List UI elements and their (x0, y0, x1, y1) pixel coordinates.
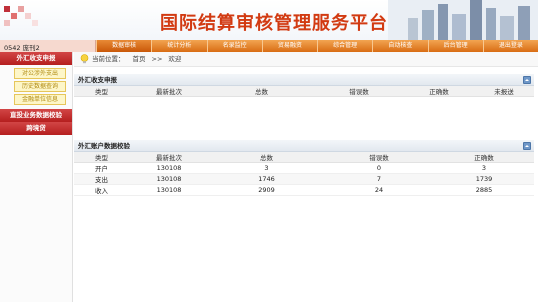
sidebar-item-history-query[interactable]: 历史数据查询 (14, 81, 66, 92)
collapse-icon[interactable] (523, 142, 531, 150)
table-cell: 24 (324, 184, 434, 196)
table-cell: 收入 (74, 184, 129, 196)
fx-account-table: 类型 最新批次 总数 错误数 正确数 开户 130108 3 0 3 支出 13… (74, 152, 534, 196)
collapse-icon[interactable] (523, 76, 531, 84)
table-cell: 7 (324, 173, 434, 185)
fx-declaration-table: 类型 最新批次 总数 错误数 正确数 未报送 (74, 86, 534, 97)
column-header: 未报送 (474, 86, 534, 97)
column-header: 最新批次 (129, 152, 209, 163)
panel-title: 外汇收支申报 (78, 76, 117, 84)
column-header: 类型 (74, 152, 129, 163)
sidebar: 外汇收支申报 对公涉外支出 历史数据查询 金融单位信息 直投业务数据校验 跨境贷 (0, 52, 73, 302)
table-cell: 130108 (129, 173, 209, 185)
breadcrumb-prefix: 当前位置： (92, 54, 125, 63)
table-cell: 3 (209, 162, 324, 174)
sidebar-item-financial-unit[interactable]: 金融单位信息 (14, 94, 66, 105)
column-header: 正确数 (434, 152, 534, 163)
table-cell: 130108 (129, 184, 209, 196)
table-cell: 0 (324, 162, 434, 174)
nav-item-logout[interactable]: 退出登录 (482, 40, 538, 52)
column-header: 类型 (74, 86, 129, 97)
table-cell: 2885 (434, 184, 534, 196)
breadcrumb-home[interactable]: 首页 (133, 52, 146, 67)
column-header: 正确数 (404, 86, 474, 97)
city-skyline-image (388, 0, 538, 40)
breadcrumb: 当前位置： 首页 >> 欢迎 (74, 52, 538, 67)
breadcrumb-current: 欢迎 (168, 54, 182, 63)
nav-item-trade-finance[interactable]: 贸易融资 (261, 40, 317, 52)
sidebar-section-direct-investment[interactable]: 直投业务数据校验 (0, 109, 72, 122)
table-cell: 开户 (74, 162, 129, 174)
logo-icon (4, 6, 48, 32)
nav-item-list-monitor[interactable]: 名录监控 (206, 40, 262, 52)
header-banner: 国际结算审核管理服务平台 (0, 0, 538, 40)
user-info: 0542 庞刊2 (0, 40, 96, 52)
table-cell: 2909 (209, 184, 324, 196)
lightbulb-icon (80, 54, 89, 64)
table-cell: 1746 (209, 173, 324, 185)
column-header: 总数 (209, 86, 314, 97)
column-header: 错误数 (314, 86, 404, 97)
panel-fx-account-check: 外汇账户数据校验 类型 最新批次 总数 错误数 正确数 开户 130108 3 … (74, 140, 534, 196)
top-nav: 数据审核 统计分析 名录监控 贸易融资 综合管理 自动核查 后台管理 退出登录 (96, 40, 538, 52)
nav-item-general-admin[interactable]: 综合管理 (317, 40, 372, 52)
column-header: 错误数 (324, 152, 434, 163)
table-cell: 130108 (129, 162, 209, 174)
breadcrumb-separator: >> (151, 54, 163, 63)
sidebar-section-cross-border-loan[interactable]: 跨境贷 (0, 122, 72, 135)
column-header: 总数 (209, 152, 324, 163)
nav-item-backend-admin[interactable]: 后台管理 (427, 40, 483, 52)
table-row: 收入 130108 2909 24 2885 (74, 184, 534, 196)
sidebar-item-corporate-outflow[interactable]: 对公涉外支出 (14, 68, 66, 79)
table-row: 支出 130108 1746 7 1739 (74, 173, 534, 185)
table-cell: 1739 (434, 173, 534, 185)
nav-item-auto-check[interactable]: 自动核查 (372, 40, 427, 52)
column-header: 最新批次 (129, 86, 209, 97)
nav-item-statistics[interactable]: 统计分析 (151, 40, 206, 52)
sidebar-section-fx-declaration[interactable]: 外汇收支申报 (0, 52, 72, 65)
nav-item-data-review[interactable]: 数据审核 (96, 40, 152, 52)
app-root: 国际结算审核管理服务平台 0542 庞刊2 数据审核 统计分析 名录监控 贸易融… (0, 0, 538, 302)
table-cell: 支出 (74, 173, 129, 185)
table-cell: 3 (434, 162, 534, 174)
main-content: 当前位置： 首页 >> 欢迎 外汇收支申报 类型 最新批次 总数 错误数 正确数… (74, 52, 538, 302)
panel-fx-declaration: 外汇收支申报 类型 最新批次 总数 错误数 正确数 未报送 (74, 74, 534, 97)
table-row: 开户 130108 3 0 3 (74, 162, 534, 174)
app-title: 国际结算审核管理服务平台 (160, 13, 388, 34)
panel-title: 外汇账户数据校验 (78, 142, 130, 150)
